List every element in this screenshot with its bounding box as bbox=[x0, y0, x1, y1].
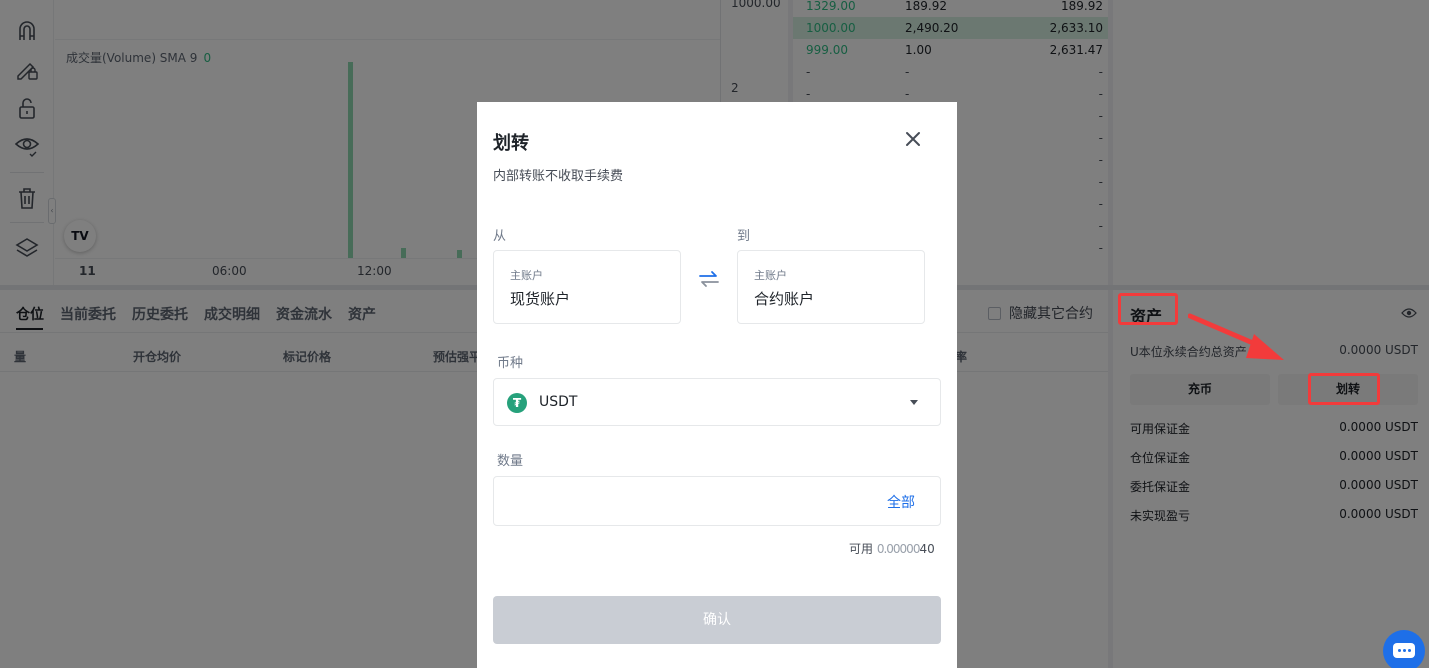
chat-dot bbox=[1398, 649, 1401, 652]
amount-label: 数量 bbox=[497, 454, 524, 469]
max-amount-button[interactable]: 全部 bbox=[887, 492, 915, 512]
amount-input[interactable] bbox=[506, 489, 866, 515]
confirm-button[interactable]: 确认 bbox=[493, 596, 941, 644]
available-balance: 可用 0.0000040 bbox=[849, 540, 935, 557]
amount-field[interactable]: 全部 bbox=[493, 476, 941, 526]
usdt-icon: ₮ bbox=[507, 393, 527, 413]
chat-dot bbox=[1403, 649, 1406, 652]
chat-dot bbox=[1408, 649, 1411, 652]
from-account-name: 现货账户 bbox=[510, 290, 571, 308]
to-account-select[interactable]: 主账户 合约账户 bbox=[737, 250, 925, 324]
caret-down-icon bbox=[910, 400, 918, 405]
modal-title: 划转 bbox=[493, 133, 529, 154]
available-masked-value: 0.00000 bbox=[876, 542, 921, 556]
from-account-type: 主账户 bbox=[510, 269, 543, 282]
coin-select[interactable]: ₮ USDT bbox=[493, 378, 941, 426]
support-chat-button[interactable] bbox=[1383, 630, 1425, 668]
coin-value: USDT bbox=[539, 394, 578, 410]
annotation-highlight-transfer bbox=[1308, 373, 1380, 405]
swap-icon[interactable] bbox=[698, 270, 720, 288]
available-value-suffix: 40 bbox=[919, 542, 935, 556]
available-prefix: 可用 bbox=[849, 542, 877, 556]
transfer-modal: 划转 内部转账不收取手续费 从 到 主账户 现货账户 主账户 合约账户 币种 ₮… bbox=[477, 102, 957, 668]
coin-label: 币种 bbox=[497, 356, 524, 371]
from-account-select[interactable]: 主账户 现货账户 bbox=[493, 250, 681, 324]
annotation-arrow-icon bbox=[1188, 313, 1284, 360]
to-account-name: 合约账户 bbox=[754, 290, 815, 308]
to-label: 到 bbox=[737, 229, 751, 244]
to-account-type: 主账户 bbox=[754, 269, 787, 282]
annotation-highlight-assets bbox=[1118, 293, 1178, 325]
close-icon[interactable] bbox=[904, 130, 922, 148]
from-label: 从 bbox=[493, 229, 507, 244]
modal-subtitle: 内部转账不收取手续费 bbox=[493, 169, 624, 184]
